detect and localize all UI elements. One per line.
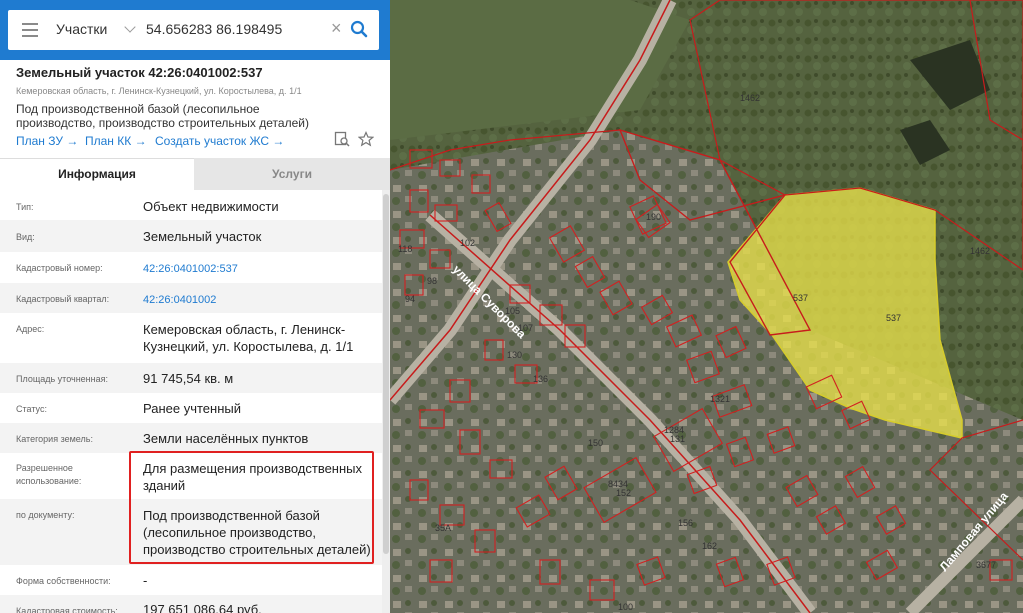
row-status: Статус: Ранее учтенный [0,393,382,423]
cadastral-quarter-link[interactable]: 42:26:0401002 [143,292,371,309]
object-address: Кемеровская область, г. Ленинск-Кузнецки… [16,86,302,96]
row-key: Категория земель: [16,434,93,444]
parcel-label: 102 [460,238,475,248]
row-key: Разрешенное использование: [16,463,82,486]
row-cadastral-value: Кадастровая стоимость: 197 651 086,64 ру… [0,595,382,613]
parcel-label: 162 [702,541,717,551]
cadastral-number-link[interactable]: 42:26:0401002:537 [143,261,371,278]
close-icon[interactable]: × [331,18,342,39]
row-value: Объект недвижимости [143,199,279,214]
search-box[interactable]: Участки 54.656283 86.198495 × [8,10,379,50]
row-value: Земли населённых пунктов [143,431,309,446]
row-area: Площадь уточненная: 91 745,54 кв. м [0,363,382,393]
star-icon[interactable] [358,131,374,147]
scrollbar-thumb[interactable] [383,194,389,554]
parcel-label: 3677 [976,560,996,570]
parcel-label: 1321 [710,394,730,404]
row-key: Адрес: [16,324,45,334]
parcel-label: 1462 [740,93,760,103]
parcel-label: 105 [505,306,520,316]
parcel-label: 537 [793,293,808,303]
plan-kk-link[interactable]: План КК → [85,134,147,148]
parcel-label: 136 [533,374,548,384]
row-kind: Вид: Земельный участок [0,220,382,252]
row-type: Тип: Объект недвижимости [0,190,382,220]
menu-icon[interactable] [22,23,38,37]
row-key: Площадь уточненная: [16,374,108,384]
parcel-label: 190 [646,212,661,222]
parcel-label: 107 [518,323,533,333]
row-key: Форма собственности: [16,576,111,586]
parcel-label: 35А [435,523,451,533]
parcel-label: 100 [618,602,633,612]
parcel-label: 131 [670,434,685,444]
row-land-category: Категория земель: Земли населённых пункт… [0,423,382,453]
tab-info[interactable]: Информация [0,158,194,190]
object-title: Земельный участок 42:26:0401002:537 [16,65,263,80]
parcel-label: 150 [588,438,603,448]
create-zs-link[interactable]: Создать участок ЖС → [155,134,284,148]
row-key: по документу: [16,510,75,520]
row-key: Кадастровая стоимость: [16,606,118,613]
map-view[interactable]: улица Суворова Ламповая улица 537 537 14… [390,0,1023,613]
parcel-label: 130 [507,350,522,360]
parcel-label: 156 [678,518,693,528]
document-search-icon[interactable] [334,131,350,147]
row-ownership: Форма собственности: - [0,565,382,595]
scrollbar[interactable] [382,190,390,613]
parcel-label: 118 [398,244,412,254]
parcel-label: 98 [427,276,437,286]
search-category-select[interactable]: Участки [56,21,107,37]
parcel-label: 152 [616,488,631,498]
plan-zu-link[interactable]: План ЗУ → [16,134,78,148]
chevron-down-icon[interactable] [124,21,136,33]
row-value: Ранее учтенный [143,401,241,416]
row-cadastral-quarter: Кадастровый квартал: 42:26:0401002 [0,283,382,313]
parcel-label: 1462 [970,246,990,256]
row-key: Тип: [16,202,34,212]
search-bar: Участки 54.656283 86.198495 × [0,0,390,60]
parcel-label: 537 [886,313,901,323]
highlight-box [129,451,374,564]
row-cadastral-number: Кадастровый номер: 42:26:0401002:537 [0,252,382,283]
row-value: Земельный участок [143,229,262,244]
row-value: 91 745,54 кв. м [143,371,234,386]
parcel-label: 94 [405,294,415,304]
tabs: Информация Услуги [0,158,390,190]
map-canvas[interactable]: улица Суворова Ламповая улица 537 537 14… [390,0,1023,613]
row-key: Кадастровый номер: [16,263,103,273]
row-value: Кемеровская область, г. Ленинск-Кузнецки… [143,322,354,354]
search-icon[interactable] [350,20,368,38]
row-key: Вид: [16,232,35,242]
info-panel: Участки 54.656283 86.198495 × Земельный … [0,0,390,613]
search-input[interactable]: 54.656283 86.198495 [146,21,282,37]
row-value: - [143,573,148,588]
row-key: Кадастровый квартал: [16,294,110,304]
tab-services[interactable]: Услуги [194,158,390,190]
row-address: Адрес: Кемеровская область, г. Ленинск-К… [0,313,382,363]
row-value: 197 651 086,64 руб. [143,602,262,613]
object-purpose: Под производственной базой (лесопильное … [16,102,309,130]
row-key: Статус: [16,404,47,414]
